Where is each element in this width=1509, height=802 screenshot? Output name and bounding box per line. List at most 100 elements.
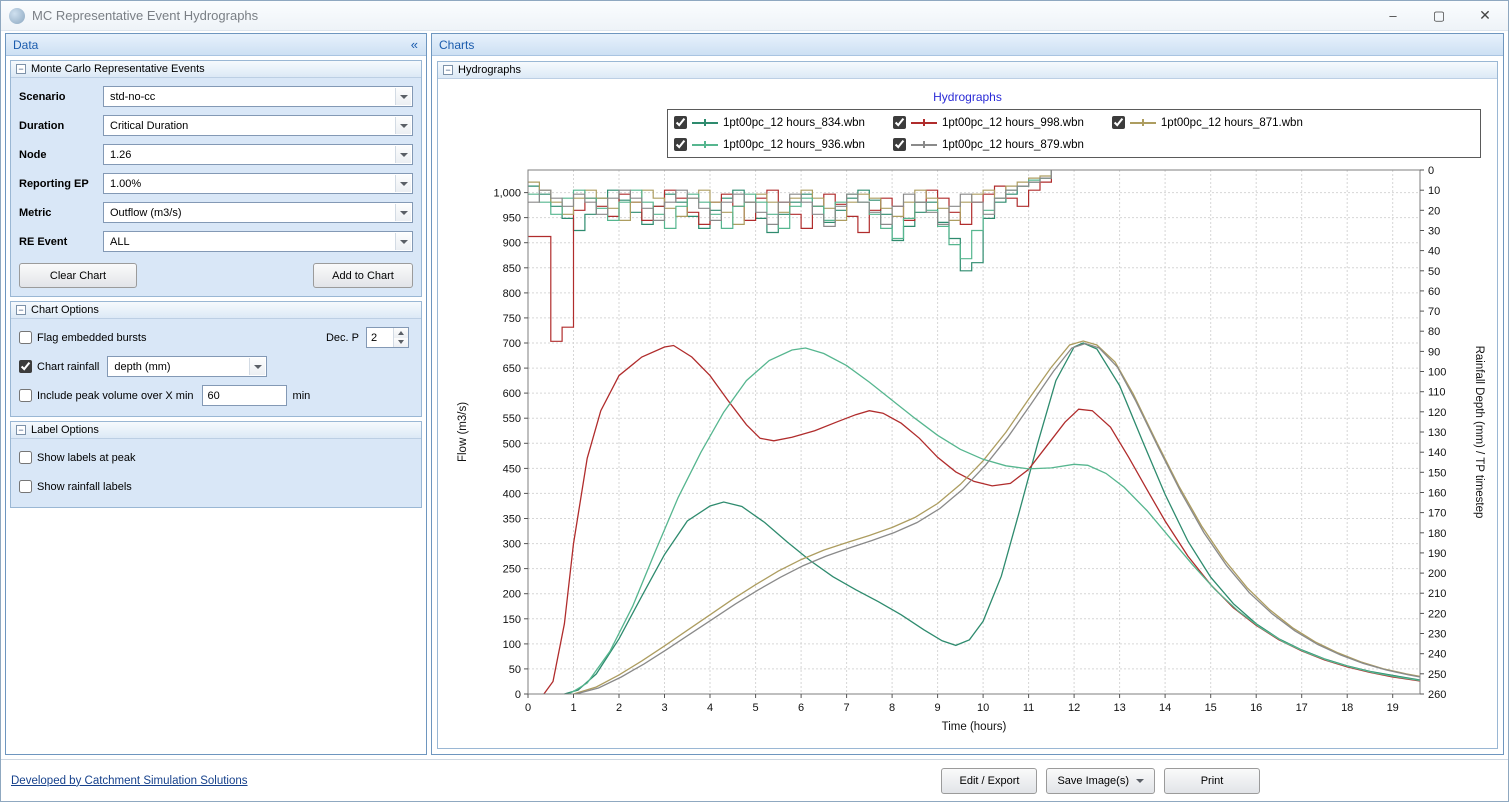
reporting-ep-value: 1.00% [110, 178, 141, 190]
show-rainfall-labels-option[interactable]: Show rainfall labels [19, 480, 132, 493]
collapse-group-icon[interactable]: − [16, 305, 26, 315]
collapse-panel-icon[interactable]: « [411, 37, 418, 52]
legend-item[interactable]: 1pt00pc_12 hours_871.wbn [1112, 112, 1303, 133]
chevron-down-icon [395, 117, 411, 134]
spin-down-icon[interactable] [394, 338, 408, 348]
svg-text:900: 900 [503, 238, 521, 250]
legend-item[interactable]: 1pt00pc_12 hours_879.wbn [893, 134, 1084, 155]
charts-panel: Charts − Hydrographs Hydrographs 1pt00pc… [431, 33, 1504, 755]
svg-text:250: 250 [1428, 669, 1446, 681]
duration-select[interactable]: Critical Duration [103, 115, 413, 136]
spin-up-icon[interactable] [394, 328, 408, 338]
data-panel-body: − Monte Carlo Representative Events Scen… [6, 56, 426, 754]
show-labels-at-peak-checkbox[interactable] [19, 451, 32, 464]
app-icon [9, 8, 25, 24]
collapse-group-icon[interactable]: − [16, 425, 26, 435]
save-images-button[interactable]: Save Image(s) [1046, 768, 1155, 794]
scenario-select[interactable]: std-no-cc [103, 86, 413, 107]
reporting-ep-select[interactable]: 1.00% [103, 173, 413, 194]
credit-link[interactable]: Developed by Catchment Simulation Soluti… [11, 775, 248, 787]
svg-text:3: 3 [661, 702, 667, 714]
svg-text:11: 11 [1023, 702, 1034, 714]
legend-item[interactable]: 1pt00pc_12 hours_834.wbn [674, 112, 865, 133]
label-options-body: Show labels at peak Show rainfall labels [11, 439, 421, 507]
mc-events-group: − Monte Carlo Representative Events Scen… [10, 60, 422, 297]
svg-text:Time (hours): Time (hours) [942, 721, 1007, 733]
clear-chart-button[interactable]: Clear Chart [19, 263, 137, 288]
add-to-chart-button[interactable]: Add to Chart [313, 263, 413, 288]
svg-text:16: 16 [1250, 702, 1262, 714]
dec-p-spinner[interactable] [366, 327, 409, 348]
hydrographs-group-header[interactable]: − Hydrographs [438, 62, 1497, 79]
scenario-label: Scenario [19, 91, 99, 103]
chart-legend: 1pt00pc_12 hours_834.wbn 1pt00pc_12 hours… [667, 109, 1481, 158]
svg-text:200: 200 [1428, 568, 1446, 580]
svg-text:150: 150 [503, 614, 521, 626]
collapse-group-icon[interactable]: − [443, 65, 453, 75]
collapse-group-icon[interactable]: − [16, 64, 26, 74]
svg-text:350: 350 [503, 514, 521, 526]
legend-series-checkbox[interactable] [893, 138, 906, 151]
footer-buttons: Edit / Export Save Image(s) Print [941, 768, 1260, 794]
chevron-down-icon [395, 175, 411, 192]
show-rainfall-labels-checkbox[interactable] [19, 480, 32, 493]
svg-text:600: 600 [503, 388, 521, 400]
edit-export-button[interactable]: Edit / Export [941, 768, 1037, 794]
rainfall-units-select[interactable]: depth (mm) [107, 356, 267, 377]
include-peak-volume-checkbox[interactable] [19, 389, 32, 402]
legend-series-checkbox[interactable] [674, 116, 687, 129]
dec-p-input[interactable] [367, 328, 393, 347]
scenario-value: std-no-cc [110, 91, 155, 103]
legend-series-checkbox[interactable] [1112, 116, 1125, 129]
svg-text:30: 30 [1428, 226, 1440, 238]
legend-item[interactable]: 1pt00pc_12 hours_936.wbn [674, 134, 865, 155]
close-button[interactable]: ✕ [1462, 1, 1508, 30]
chart-options-group-header[interactable]: − Chart Options [11, 302, 421, 319]
metric-select[interactable]: Outflow (m3/s) [103, 202, 413, 223]
node-select[interactable]: 1.26 [103, 144, 413, 165]
svg-text:6: 6 [798, 702, 804, 714]
svg-text:0: 0 [515, 689, 521, 701]
flag-embedded-bursts-checkbox[interactable] [19, 331, 32, 344]
maximize-button[interactable]: ▢ [1416, 1, 1462, 30]
data-panel: Data « − Monte Carlo Representative Even… [5, 33, 427, 755]
mc-events-group-header[interactable]: − Monte Carlo Representative Events [11, 61, 421, 78]
data-panel-header: Data « [6, 34, 426, 56]
legend-series-checkbox[interactable] [674, 138, 687, 151]
show-labels-at-peak-option[interactable]: Show labels at peak [19, 451, 135, 464]
svg-text:650: 650 [503, 363, 521, 375]
reporting-ep-label: Reporting EP [19, 178, 99, 190]
legend-series-checkbox[interactable] [893, 116, 906, 129]
charts-panel-body: − Hydrographs Hydrographs 1pt00pc_12 hou… [432, 56, 1503, 754]
print-button[interactable]: Print [1164, 768, 1260, 794]
chart-rainfall-option[interactable]: Chart rainfall [19, 360, 99, 373]
legend-item[interactable]: 1pt00pc_12 hours_998.wbn [893, 112, 1084, 133]
svg-text:60: 60 [1428, 286, 1440, 298]
data-panel-title: Data [13, 38, 38, 52]
titlebar: MC Representative Event Hydrographs – ▢ … [1, 1, 1508, 31]
svg-text:19: 19 [1387, 702, 1399, 714]
re-event-select[interactable]: ALL [103, 231, 413, 252]
charts-panel-title: Charts [439, 38, 474, 52]
metric-value: Outflow (m3/s) [110, 207, 182, 219]
svg-text:140: 140 [1428, 447, 1446, 459]
minimize-button[interactable]: – [1370, 1, 1416, 30]
svg-text:210: 210 [1428, 588, 1446, 600]
label-options-title: Label Options [31, 424, 99, 436]
legend-series-label: 1pt00pc_12 hours_936.wbn [723, 139, 865, 151]
svg-text:110: 110 [1428, 387, 1446, 399]
legend-line-sample-icon [911, 118, 937, 127]
svg-text:10: 10 [977, 702, 989, 714]
peak-volume-minutes-input[interactable] [202, 385, 287, 406]
svg-text:0: 0 [525, 702, 531, 714]
svg-text:18: 18 [1341, 702, 1353, 714]
mc-events-group-body: Scenario std-no-cc Duration Critical Dur… [11, 78, 421, 296]
legend-line-sample-icon [911, 140, 937, 149]
chevron-down-icon [395, 146, 411, 163]
chevron-down-icon [395, 204, 411, 221]
chart-rainfall-checkbox[interactable] [19, 360, 32, 373]
include-peak-volume-option[interactable]: Include peak volume over X min [19, 389, 194, 402]
flag-embedded-bursts-option[interactable]: Flag embedded bursts [19, 331, 146, 344]
label-options-group-header[interactable]: − Label Options [11, 422, 421, 439]
hydrographs-group-title: Hydrographs [458, 64, 521, 76]
